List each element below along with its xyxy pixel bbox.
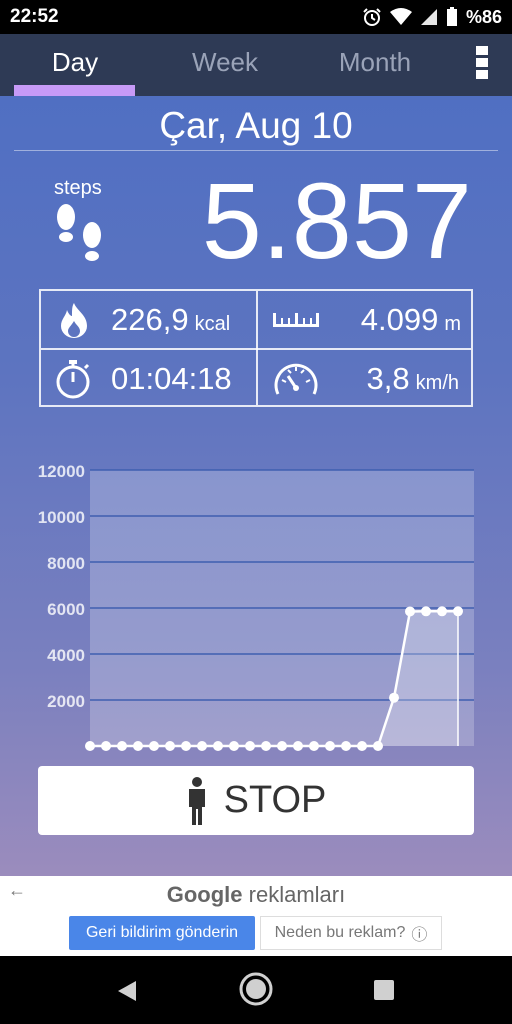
chart-data-point: [277, 741, 287, 751]
footprints-icon: [52, 203, 108, 276]
why-this-ad-label: Neden bu reklam?: [274, 924, 406, 941]
date-title: Çar, Aug 10: [159, 105, 353, 146]
chart-data-point: [405, 606, 415, 617]
ruler-icon: [273, 313, 319, 327]
chart-data-point: [101, 741, 111, 751]
steps-label: steps: [54, 177, 102, 199]
steps-chart: 2000400060008000100001200024681012141618…: [38, 462, 474, 751]
chart-data-point: [197, 741, 207, 751]
chart-data-point: [245, 741, 255, 751]
battery-level: %86: [465, 6, 502, 27]
chart-data-point: [357, 741, 367, 751]
chart-data-point: [373, 741, 383, 751]
wifi-icon: [389, 8, 412, 26]
why-this-ad-button[interactable]: Neden bu reklam? ⓘ: [260, 916, 442, 950]
info-icon: ⓘ: [411, 927, 428, 944]
stopwatch-icon: [56, 360, 90, 399]
distance-unit: m: [444, 312, 461, 335]
y-tick-label: 8000: [47, 554, 85, 573]
stats-grid: 226,9 kcal 4.099 m 01:04:18 3,8 km/h: [39, 289, 473, 407]
chart-data-point: [309, 741, 319, 751]
chart-data-point: [85, 741, 95, 751]
status-bar: 22:52 %86: [0, 0, 512, 34]
calories-unit: kcal: [194, 312, 231, 335]
back-icon[interactable]: [116, 979, 138, 1003]
speed-unit: km/h: [415, 371, 459, 394]
chart-data-point: [213, 741, 223, 751]
navigation-bar: [0, 956, 512, 1024]
stop-button[interactable]: STOP: [38, 766, 474, 835]
google-logo-text: Google: [166, 882, 243, 907]
y-tick-label: 10000: [38, 508, 85, 527]
speed-value: 3,8: [366, 360, 410, 396]
steps-count: 5.857: [201, 160, 472, 281]
duration-value: 01:04:18: [111, 360, 232, 396]
tab-week[interactable]: Week: [150, 34, 300, 96]
chart-data-point: [341, 741, 351, 751]
home-icon[interactable]: [239, 972, 273, 1006]
y-tick-label: 12000: [38, 462, 85, 481]
chart-data-point: [437, 606, 447, 617]
y-tick-label: 4000: [47, 646, 85, 665]
chart-data-point: [181, 741, 191, 751]
y-tick-label: 2000: [47, 692, 85, 711]
chart-data-point: [149, 741, 159, 751]
stop-button-label: STOP: [223, 779, 327, 821]
status-icons: %86: [362, 7, 502, 28]
flame-icon: [61, 303, 87, 338]
chart-data-point: [421, 606, 431, 617]
distance-cell: 4.099 m: [258, 291, 473, 348]
chart-data-point: [165, 741, 175, 751]
overflow-menu-icon[interactable]: [476, 46, 490, 82]
calories-cell: 226,9 kcal: [41, 291, 256, 348]
speedometer-icon: [274, 363, 318, 395]
recents-icon[interactable]: [373, 979, 395, 1001]
tab-bar: Day Week Month: [0, 34, 512, 96]
steps-summary: steps 5.857: [0, 151, 512, 283]
ad-title-suffix: reklamları: [248, 882, 346, 907]
send-feedback-button[interactable]: Geri bildirim gönderin: [69, 916, 255, 950]
chart-data-point: [453, 606, 463, 617]
ad-banner: ← Google reklamları Geri bildirim gönder…: [0, 876, 512, 956]
ad-title: Google reklamları: [0, 882, 512, 908]
status-time: 22:52: [10, 6, 59, 27]
tab-month[interactable]: Month: [300, 34, 450, 96]
speed-cell: 3,8 km/h: [258, 350, 473, 407]
alarm-icon: [362, 7, 382, 27]
chart-data-point: [133, 741, 143, 751]
distance-value: 4.099: [360, 301, 439, 337]
chart-data-point: [261, 741, 271, 751]
chart-data-point: [117, 741, 127, 751]
chart-data-point: [325, 741, 335, 751]
signal-icon: [420, 8, 438, 26]
person-icon: [188, 776, 205, 825]
y-tick-label: 6000: [47, 600, 85, 619]
battery-icon: [446, 7, 458, 27]
step-counter-app: Day Week Month Çar, Aug 10 steps 5.857 2…: [0, 34, 512, 876]
chart-data-point: [389, 692, 399, 703]
duration-cell: 01:04:18: [41, 350, 256, 407]
active-tab-indicator: [14, 85, 135, 96]
calories-value: 226,9: [111, 301, 189, 337]
chart-data-point: [229, 741, 239, 751]
chart-data-point: [293, 741, 303, 751]
